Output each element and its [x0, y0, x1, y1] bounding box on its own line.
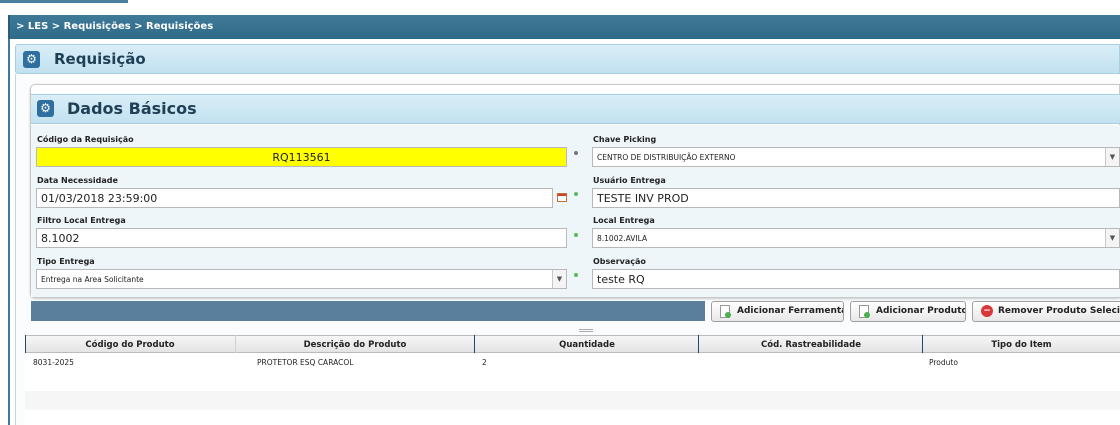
codigo-label: Código da Requisição — [37, 135, 134, 144]
chevron-down-icon[interactable]: ▼ — [1105, 148, 1119, 166]
products-grid: Código do Produto Descrição do Produto Q… — [25, 335, 1120, 425]
calendar-icon[interactable] — [557, 193, 567, 202]
table-row[interactable]: 8031-2025 PROTETOR ESQ CARACOL 2 Produto — [25, 353, 1120, 372]
indicator-dot — [574, 233, 578, 237]
usuario-field[interactable]: TESTE INV PROD — [592, 188, 1120, 208]
table-cell: Produto — [929, 358, 958, 367]
table-row[interactable] — [25, 410, 1120, 425]
grid-toolbar — [31, 301, 705, 321]
table-row[interactable] — [25, 391, 1120, 410]
tipo-select[interactable]: Entrega na Area Solicitante ▼ — [36, 269, 567, 289]
chevron-down-icon[interactable]: ▼ — [552, 270, 566, 288]
page-title: Requisição — [54, 50, 146, 68]
add-document-icon — [720, 305, 731, 318]
chave-value: CENTRO DE DISTRIBUIÇÃO EXTERNO — [597, 153, 736, 162]
grid-header: Código do Produto Descrição do Produto Q… — [25, 335, 1120, 353]
codigo-field[interactable]: RQ113561 — [36, 147, 567, 167]
page-header: ⚙ Requisição — [15, 44, 1120, 74]
remove-product-button[interactable]: − Remover Produto Seleciona — [972, 301, 1120, 322]
add-product-button[interactable]: Adicionar Produto — [850, 301, 966, 322]
table-cell: 2 — [482, 358, 487, 367]
filtro-label: Filtro Local Entrega — [37, 216, 126, 225]
breadcrumb: > LES > Requisições > Requisições — [8, 15, 1120, 39]
table-cell: 8031-2025 — [33, 358, 74, 367]
column-header[interactable]: Código do Produto — [25, 340, 235, 350]
section-header: ⚙ Dados Básicos — [31, 94, 1120, 124]
gear-icon: ⚙ — [23, 51, 40, 68]
local-label: Local Entrega — [593, 216, 655, 225]
obs-label: Observação — [593, 257, 646, 266]
local-select[interactable]: 8.1002.AVILA ▼ — [592, 228, 1120, 248]
add-product-label: Adicionar Produto — [876, 306, 966, 316]
usuario-label: Usuário Entrega — [593, 176, 666, 185]
column-header[interactable]: Cód. Rastreabilidade — [699, 340, 923, 350]
add-tool-button[interactable]: Adicionar Ferramenta — [711, 301, 844, 322]
top-strip — [0, 0, 1120, 13]
chave-label: Chave Picking — [593, 135, 657, 144]
obs-field[interactable]: teste RQ — [592, 269, 1120, 289]
chave-select[interactable]: CENTRO DE DISTRIBUIÇÃO EXTERNO ▼ — [592, 147, 1120, 167]
column-header[interactable]: Tipo do Item — [923, 340, 1120, 350]
table-row[interactable] — [25, 372, 1120, 391]
local-value: 8.1002.AVILA — [597, 234, 648, 243]
add-tool-label: Adicionar Ferramenta — [737, 306, 844, 316]
column-header[interactable]: Quantidade — [475, 340, 699, 350]
data-label: Data Necessidade — [37, 176, 118, 185]
data-field[interactable]: 01/03/2018 23:59:00 — [36, 188, 553, 208]
column-header[interactable]: Descrição do Produto — [235, 340, 475, 350]
tipo-value: Entrega na Area Solicitante — [41, 275, 144, 284]
chevron-down-icon[interactable]: ▼ — [1105, 229, 1119, 247]
add-document-icon — [859, 305, 870, 318]
indicator-dot — [574, 273, 578, 277]
indicator-dot — [574, 151, 578, 155]
table-cell: PROTETOR ESQ CARACOL — [257, 358, 354, 367]
indicator-dot — [574, 192, 578, 196]
splitter-handle[interactable] — [579, 329, 593, 332]
remove-icon: − — [981, 305, 993, 317]
remove-product-label: Remover Produto Seleciona — [998, 306, 1120, 316]
filtro-field[interactable]: 8.1002 — [36, 228, 567, 248]
section-title: Dados Básicos — [67, 99, 197, 118]
tipo-label: Tipo Entrega — [37, 257, 95, 266]
gear-icon: ⚙ — [37, 100, 54, 117]
